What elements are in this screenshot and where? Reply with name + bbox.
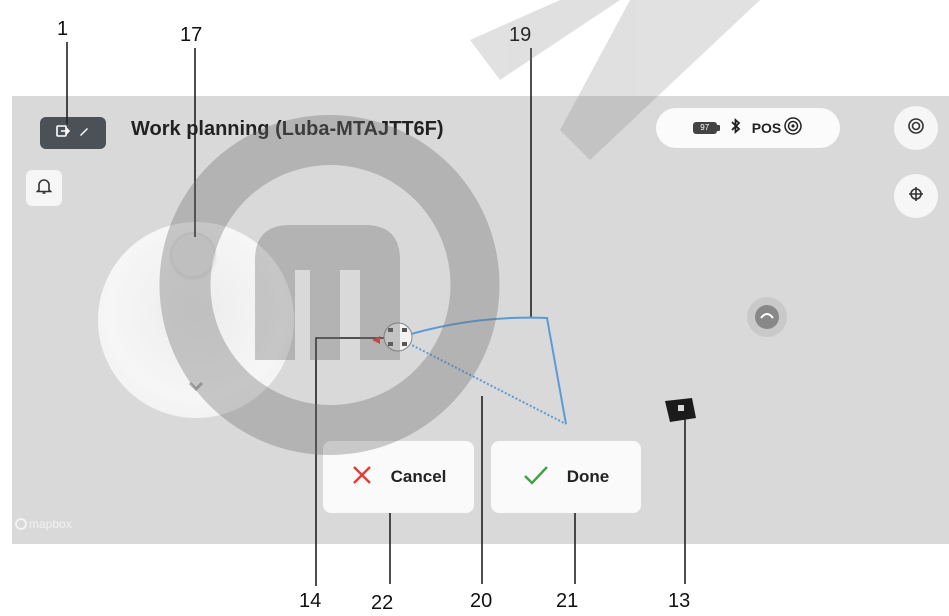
mapbox-logo[interactable]: mapbox — [15, 517, 72, 531]
charging-station-icon — [665, 398, 696, 422]
map-drawing-layer — [66, 42, 787, 586]
close-icon — [351, 464, 373, 491]
mower-icon — [372, 322, 413, 352]
done-label: Done — [566, 467, 610, 486]
mapbox-attribution: mapbox — [29, 517, 72, 531]
mapbox-icon — [15, 518, 27, 530]
location-marker-icon — [747, 297, 787, 337]
done-button[interactable]: Done — [491, 441, 641, 513]
check-icon — [523, 464, 549, 491]
cancel-button[interactable]: Cancel — [323, 441, 474, 513]
cancel-label: Cancel — [390, 467, 447, 486]
